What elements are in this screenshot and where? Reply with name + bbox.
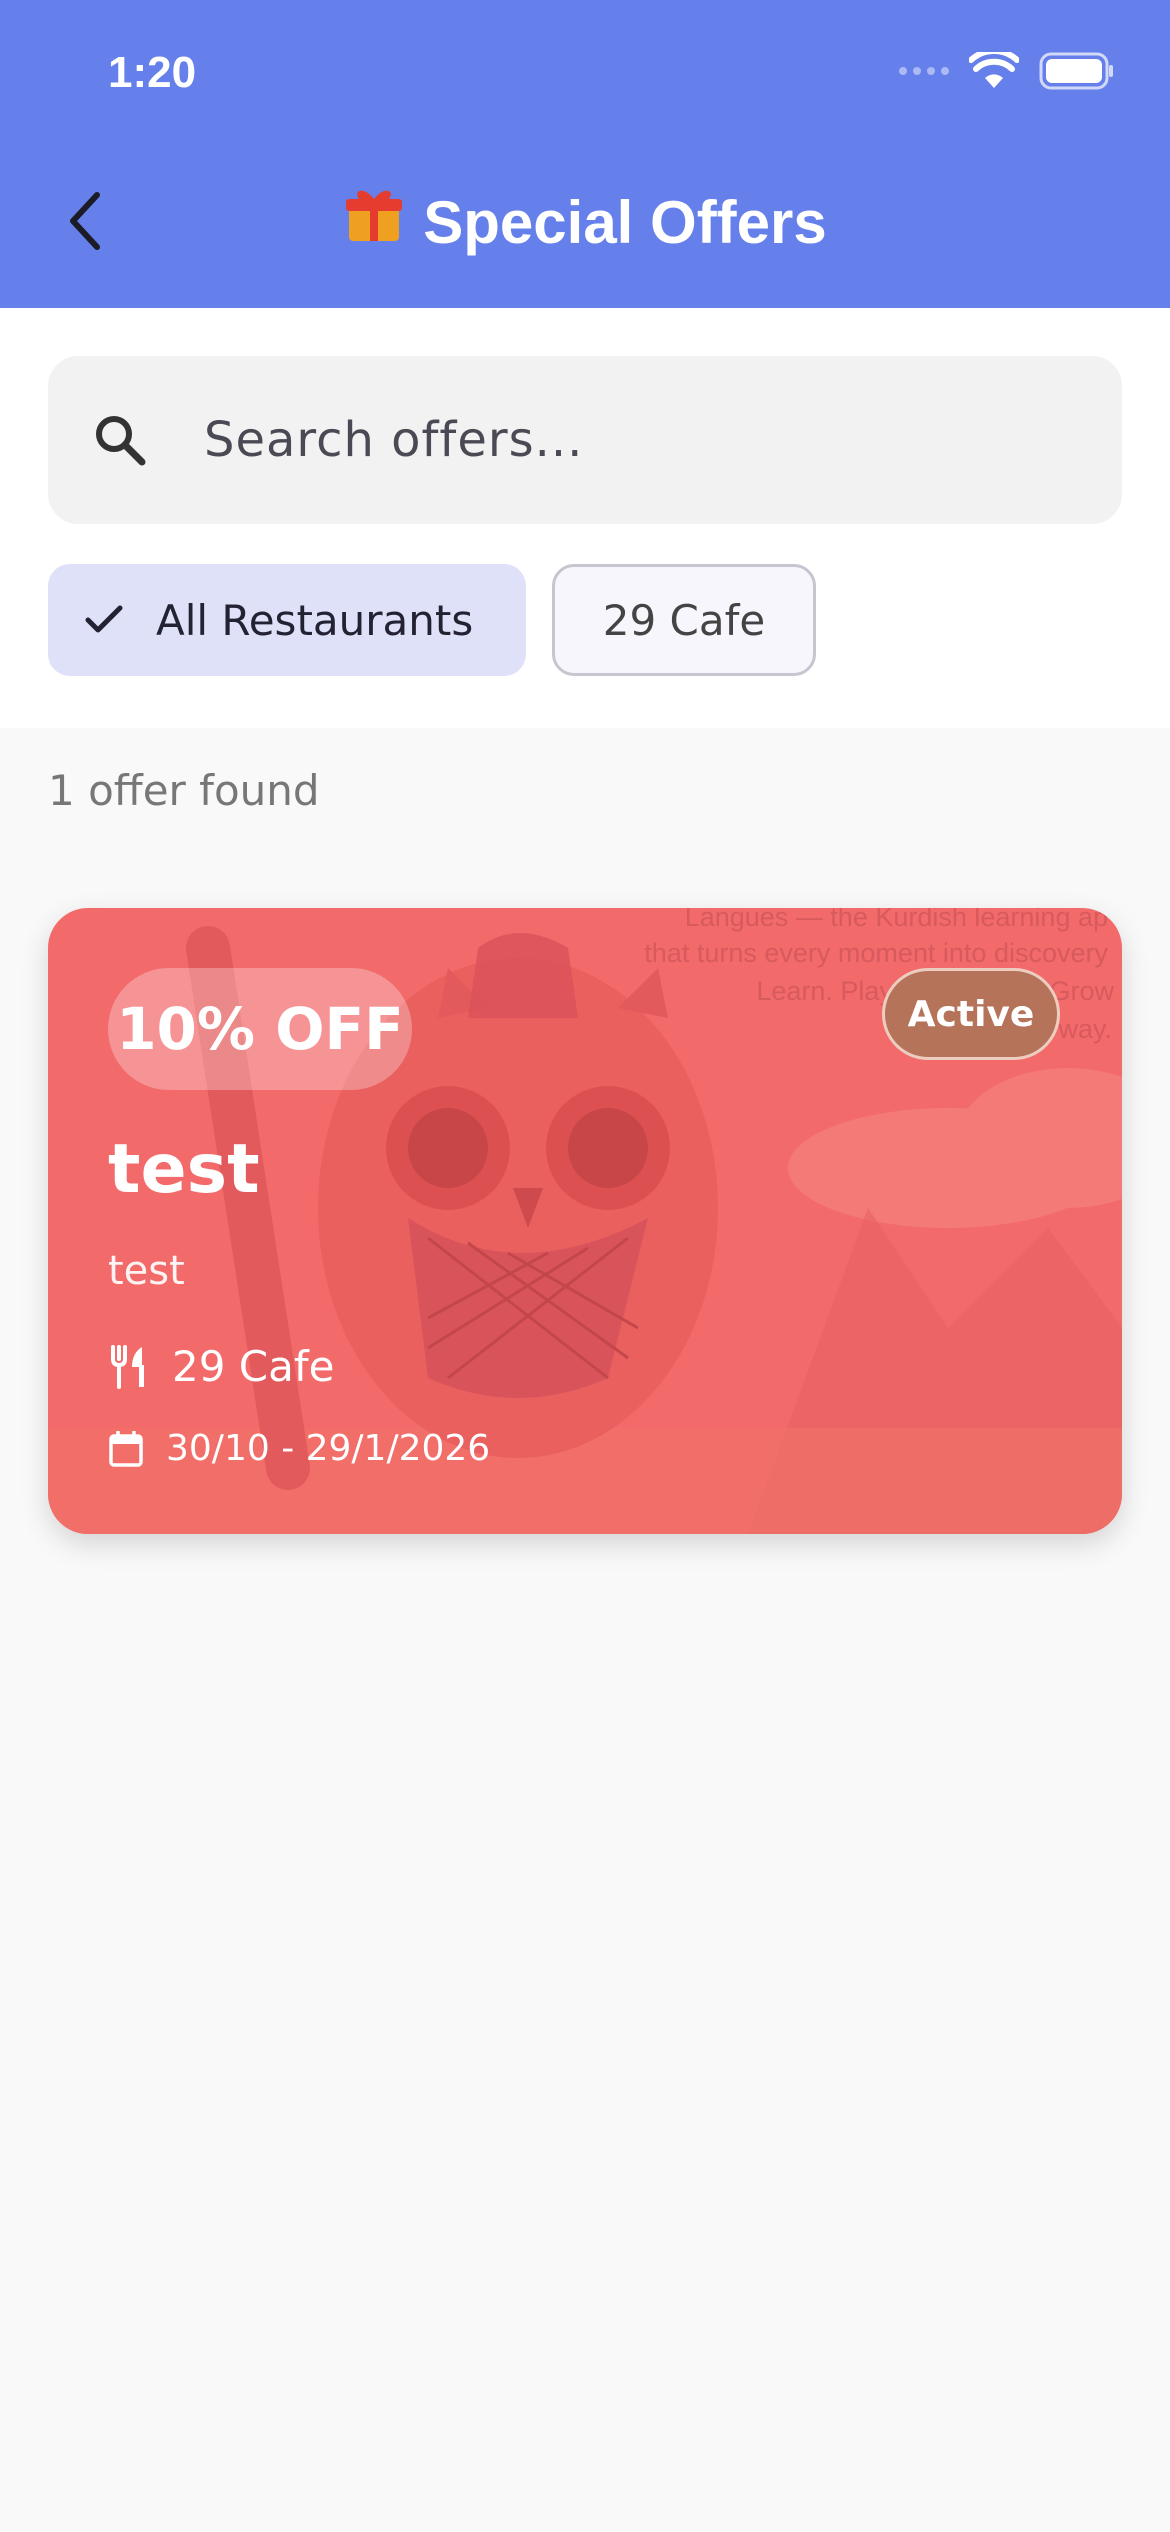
gift-icon — [343, 183, 405, 259]
battery-icon — [1039, 52, 1113, 90]
offer-description: test — [108, 1248, 185, 1294]
search-placeholder: Search offers... — [204, 412, 584, 468]
filters-area: Search offers... All Restaurants 29 Cafe — [0, 308, 1170, 728]
calendar-icon — [108, 1430, 144, 1468]
signal-icon — [899, 67, 949, 75]
status-time: 1:20 — [108, 48, 197, 97]
date-range-text: 30/10 - 29/1/2026 — [166, 1428, 491, 1469]
offer-restaurant: 29 Cafe — [108, 1342, 334, 1391]
background-text: Langues — the Kurdish learning ap — [684, 908, 1108, 932]
discount-badge: 10% OFF — [108, 968, 412, 1090]
filter-chip-29-cafe[interactable]: 29 Cafe — [552, 564, 816, 676]
restaurant-name: 29 Cafe — [172, 1342, 335, 1391]
filter-chip-all-restaurants[interactable]: All Restaurants — [48, 564, 526, 676]
background-text: way. — [1058, 1014, 1112, 1044]
app-bar: 1:20 Special Offers — [0, 0, 1170, 308]
offer-date-range: 30/10 - 29/1/2026 — [108, 1428, 490, 1469]
status-icons — [899, 52, 1115, 90]
offer-title: test — [108, 1130, 260, 1209]
restaurant-icon — [108, 1344, 150, 1389]
status-badge: Active — [882, 968, 1060, 1060]
chip-label: 29 Cafe — [602, 595, 766, 645]
check-icon — [84, 604, 124, 636]
results-count: 1 offer found — [48, 766, 320, 815]
background-text: that turns every moment into discovery — [644, 938, 1108, 968]
page-title-text: Special Offers — [423, 189, 827, 256]
wifi-icon — [969, 52, 1019, 88]
search-input[interactable]: Search offers... — [48, 356, 1122, 524]
offer-card[interactable]: Langues — the Kurdish learning ap that t… — [48, 908, 1122, 1534]
search-icon — [96, 416, 146, 466]
page-title: Special Offers — [0, 188, 1170, 265]
chip-label: All Restaurants — [156, 595, 474, 645]
